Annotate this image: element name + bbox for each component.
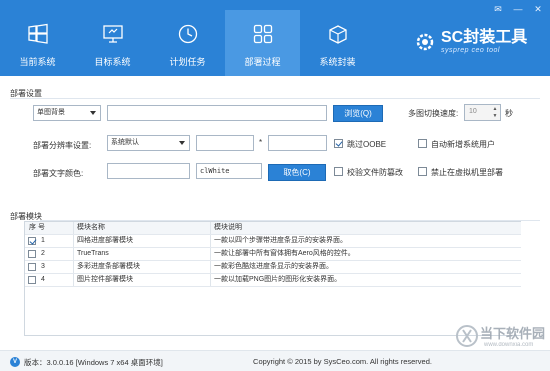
background-select[interactable]: 单图背景 <box>33 105 101 121</box>
version-text: 版本：3.0.0.16 [Windows 7 x64 桌面环境] <box>24 358 163 367</box>
skip-oobe-label: 跳过OOBE <box>347 140 387 149</box>
skip-oobe-checkbox[interactable] <box>334 139 343 148</box>
chevron-down-icon <box>179 141 185 145</box>
col-header-desc: 模块说明 <box>210 222 521 234</box>
times-sign: * <box>259 138 263 147</box>
close-button[interactable]: ✕ <box>532 4 544 14</box>
grid-icon <box>253 24 272 44</box>
resolution-height-input[interactable] <box>268 135 327 151</box>
main-tabs: 当前系统 目标系统 计划任务 部署过程 系统封装 <box>0 10 375 76</box>
tab-label: 计划任务 <box>169 57 206 67</box>
spin-down-icon[interactable]: ▼ <box>491 113 499 120</box>
module-name: 多彩进度条部署模块 <box>73 261 210 273</box>
auto-new-user-checkbox[interactable] <box>418 139 427 148</box>
app-window: ✉ — ✕ 当前系统 目标系统 计划任务 部署过程 系统封装 SC封装工具 sy… <box>0 0 550 371</box>
clock-icon <box>178 24 197 44</box>
module-name: 四格进度部署模块 <box>73 235 210 247</box>
block-vm-label: 禁止在虚拟机里部署 <box>431 168 503 177</box>
color-preview <box>107 163 190 179</box>
divider <box>10 98 540 99</box>
col-header-index: 序 号 <box>29 224 45 231</box>
browse-button[interactable]: 浏览(Q) <box>333 105 383 122</box>
block-vm-checkbox[interactable] <box>418 167 427 176</box>
module-desc: 一款让部署中所有窗体拥有Aero风格的控件。 <box>210 248 521 260</box>
tab-current-system[interactable]: 当前系统 <box>0 10 75 76</box>
row-checkbox[interactable] <box>28 250 36 258</box>
col-header-name: 模块名称 <box>73 222 210 234</box>
app-logo: SC封装工具 sysprep ceo tool <box>415 30 527 54</box>
auto-new-user-label: 自动新增系统用户 <box>431 140 495 149</box>
module-name: 图片控件部署模块 <box>73 274 210 286</box>
row-checkbox[interactable] <box>28 276 36 284</box>
status-bar: V 版本：3.0.0.16 [Windows 7 x64 桌面环境] Copyr… <box>0 350 550 371</box>
logo-gear-icon <box>416 33 434 51</box>
modules-table: 序 号 模块名称 模块说明 1 四格进度部署模块 一款以四个步骤带进度条显示的安… <box>24 221 521 336</box>
feedback-icon[interactable]: ✉ <box>492 4 504 14</box>
module-desc: 一款以加载PNG图片的图形化安装界面。 <box>210 274 521 286</box>
background-path-input[interactable] <box>107 105 327 121</box>
resolution-select[interactable]: 系统默认 <box>107 135 190 151</box>
table-header: 序 号 模块名称 模块说明 <box>25 222 521 235</box>
table-empty-area <box>25 287 521 335</box>
module-desc: 一款以四个步骤带进度条显示的安装界面。 <box>210 235 521 247</box>
table-row[interactable]: 3 多彩进度条部署模块 一款彩色酷炫进度条显示的安装界面。 <box>25 261 521 274</box>
spin-up-icon[interactable]: ▲ <box>491 106 499 113</box>
verify-files-checkbox[interactable] <box>334 167 343 176</box>
version-icon: V <box>10 357 20 367</box>
windows-icon <box>27 23 48 44</box>
package-icon <box>328 25 347 44</box>
tab-scheduled-tasks[interactable]: 计划任务 <box>150 10 225 76</box>
tab-deploy-process[interactable]: 部署过程 <box>225 10 300 76</box>
table-row[interactable]: 1 四格进度部署模块 一款以四个步骤带进度条显示的安装界面。 <box>25 235 521 248</box>
monitor-icon <box>102 25 123 43</box>
module-name: TrueTrans <box>73 248 210 260</box>
color-value-input[interactable]: clWhite <box>196 163 262 179</box>
pick-color-button[interactable]: 取色(C) <box>268 164 326 181</box>
row-number: 3 <box>41 263 45 270</box>
row-number: 4 <box>41 276 45 283</box>
watermark-text: 当下软件园 <box>480 326 546 341</box>
minimize-button[interactable]: — <box>512 4 524 14</box>
switch-speed-spinner[interactable]: 10 ▲ ▼ <box>464 104 501 121</box>
row-checkbox[interactable] <box>28 263 36 271</box>
tab-target-system[interactable]: 目标系统 <box>75 10 150 76</box>
table-row[interactable]: 2 TrueTrans 一款让部署中所有窗体拥有Aero风格的控件。 <box>25 248 521 261</box>
table-row[interactable]: 4 图片控件部署模块 一款以加载PNG图片的图形化安装界面。 <box>25 274 521 287</box>
row-number: 2 <box>41 250 45 257</box>
tab-system-package[interactable]: 系统封装 <box>300 10 375 76</box>
tab-label: 当前系统 <box>19 57 56 67</box>
logo-subtitle: sysprep ceo tool <box>441 47 500 54</box>
verify-files-label: 校验文件防篡改 <box>347 168 403 177</box>
resolution-width-input[interactable] <box>196 135 254 151</box>
tab-label: 部署过程 <box>244 57 281 67</box>
row-number: 1 <box>41 237 45 244</box>
chevron-down-icon <box>90 111 96 115</box>
text-color-label: 部署文字颜色: <box>33 169 84 178</box>
header-bar: ✉ — ✕ 当前系统 目标系统 计划任务 部署过程 系统封装 SC封装工具 sy… <box>0 0 550 76</box>
module-desc: 一款彩色酷炫进度条显示的安装界面。 <box>210 261 521 273</box>
tab-label: 目标系统 <box>94 57 131 67</box>
copyright-text: Copyright © 2015 by SysCeo.com. All righ… <box>253 357 432 366</box>
switch-speed-label: 多图切换速度: <box>408 109 459 118</box>
tab-label: 系统封装 <box>319 57 356 67</box>
watermark-url: www.downxia.com <box>484 342 534 348</box>
window-controls: ✉ — ✕ <box>492 4 544 14</box>
logo-title: SC封装工具 <box>441 29 528 46</box>
seconds-unit: 秒 <box>505 109 513 118</box>
resolution-label: 部署分辨率设置: <box>33 141 92 150</box>
row-checkbox[interactable] <box>28 237 36 245</box>
